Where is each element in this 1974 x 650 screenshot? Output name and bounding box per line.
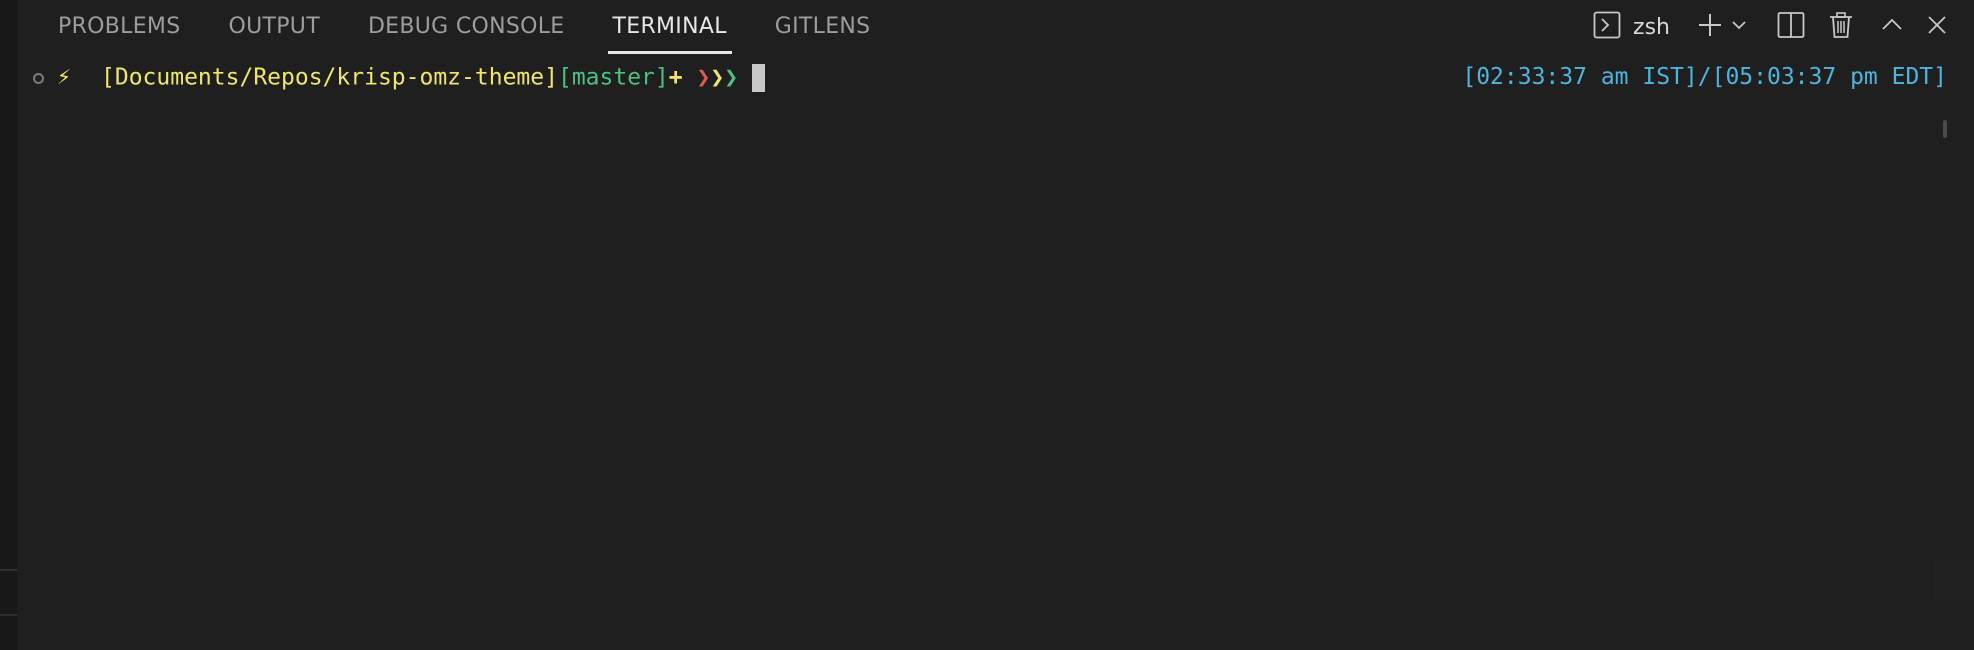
panel-toolbar: zsh <box>1593 0 1974 54</box>
command-decoration-icon[interactable] <box>33 73 44 84</box>
trash-icon <box>1828 11 1854 43</box>
terminal-scrollbar[interactable] <box>1943 120 1947 138</box>
tab-problems[interactable]: PROBLEMS <box>58 0 180 54</box>
close-panel-button[interactable] <box>1924 0 1950 54</box>
tab-terminal[interactable]: TERMINAL <box>607 0 733 54</box>
terminal-icon <box>1593 11 1621 43</box>
git-dirty-marker: + <box>668 64 683 91</box>
chevron-up-icon <box>1881 14 1903 40</box>
maximize-panel-button[interactable] <box>1878 0 1906 54</box>
chevron-down-icon <box>1731 17 1747 37</box>
bolt-icon: ⚡ <box>57 64 71 90</box>
prompt-clock: [02:33:37 am IST]/[05:03:37 pm EDT] <box>1462 64 1947 90</box>
prompt-path: [Documents/Repos/krisp-omz-theme] <box>101 64 558 91</box>
panel-tabbar: PROBLEMS OUTPUT DEBUG CONSOLE TERMINAL G… <box>58 0 918 54</box>
plus-icon <box>1697 12 1723 42</box>
split-terminal-button[interactable] <box>1776 0 1806 54</box>
terminal-cursor <box>752 64 766 92</box>
terminal-view[interactable]: ⚡ [Documents/Repos/krisp-omz-theme][mast… <box>17 58 1957 650</box>
left-gutter <box>0 0 17 650</box>
split-icon <box>1777 11 1805 43</box>
shell-name: zsh <box>1633 14 1670 40</box>
kill-terminal-button[interactable] <box>1826 0 1856 54</box>
shell-selector[interactable]: zsh <box>1593 0 1670 54</box>
gutter-divider <box>0 569 17 571</box>
prompt-arrow-red: ❯ <box>696 64 711 91</box>
scroll-corner <box>1934 560 1974 600</box>
prompt-branch: [master] <box>557 64 669 91</box>
prompt-arrow-green: ❯ <box>724 64 739 91</box>
terminal-profiles-dropdown[interactable] <box>1726 0 1752 54</box>
prompt-line: ⚡ [Documents/Repos/krisp-omz-theme][mast… <box>17 58 1957 102</box>
tab-debug-console[interactable]: DEBUG CONSOLE <box>368 0 565 54</box>
prompt-arrow-yellow: ❯ <box>710 64 725 91</box>
close-icon <box>1927 15 1947 39</box>
new-terminal-button[interactable] <box>1694 0 1726 54</box>
prompt-text: [Documents/Repos/krisp-omz-theme][master… <box>101 64 766 92</box>
tab-output[interactable]: OUTPUT <box>228 0 319 54</box>
gutter-divider <box>0 614 17 616</box>
terminal-panel: PROBLEMS OUTPUT DEBUG CONSOLE TERMINAL G… <box>0 0 1974 650</box>
tab-gitlens[interactable]: GITLENS <box>775 0 871 54</box>
